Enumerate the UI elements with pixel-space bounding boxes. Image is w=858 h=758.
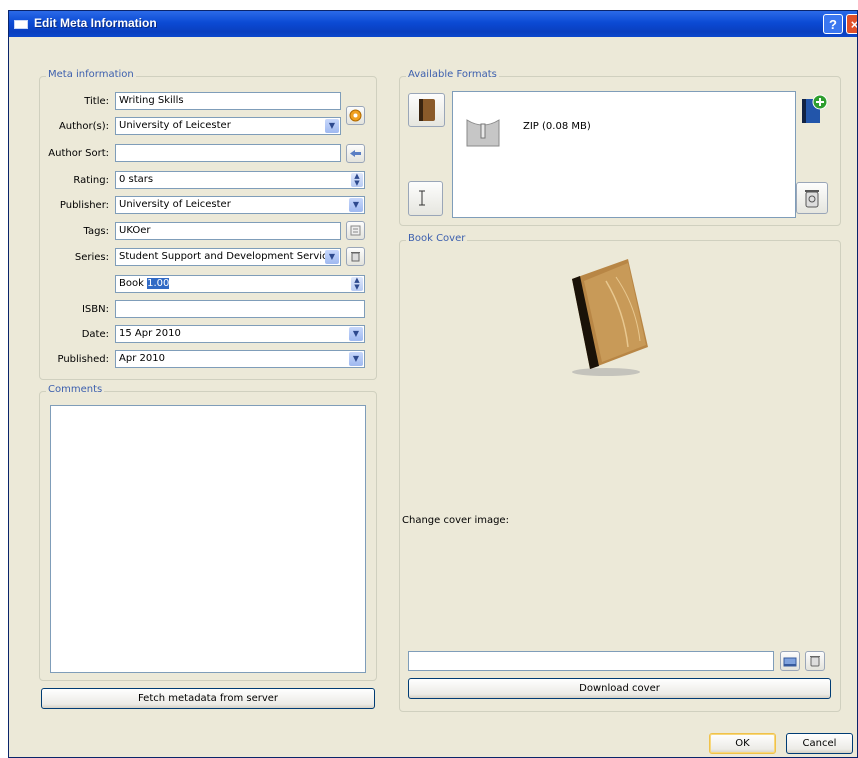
- add-format-button[interactable]: [796, 93, 831, 128]
- ok-button[interactable]: OK: [709, 733, 776, 754]
- title-label: Title:: [84, 96, 109, 107]
- tag-editor-icon: [350, 225, 361, 236]
- download-cover-button[interactable]: Download cover: [408, 678, 831, 699]
- format-item-label[interactable]: ZIP (0.08 MB): [523, 121, 591, 132]
- isbn-input[interactable]: [115, 300, 365, 318]
- authors-value: University of Leicester: [119, 120, 231, 131]
- spin-arrows-icon[interactable]: ▲ ▼: [351, 277, 363, 291]
- publisher-combobox[interactable]: University of Leicester ▼: [115, 196, 365, 214]
- comments-label: Comments: [46, 384, 105, 395]
- author-sort-input[interactable]: [115, 144, 341, 162]
- authors-label: Author(s):: [58, 121, 109, 132]
- title-input[interactable]: Writing Skills: [115, 92, 341, 110]
- edit-meta-dialog: Edit Meta Information ? × Meta informati…: [8, 10, 858, 758]
- book-cover-image: [572, 259, 648, 376]
- cancel-button[interactable]: Cancel: [786, 733, 853, 754]
- comments-textarea[interactable]: [50, 405, 366, 673]
- formats-list[interactable]: ZIP (0.08 MB): [452, 91, 796, 218]
- folder-icon: [783, 657, 797, 667]
- text-cursor-icon: [419, 190, 425, 206]
- help-button[interactable]: ?: [823, 14, 843, 34]
- reset-cover-button[interactable]: [805, 651, 825, 671]
- isbn-label: ISBN:: [81, 304, 109, 315]
- published-combobox[interactable]: Apr 2010 ▼: [115, 350, 365, 368]
- zip-file-icon: [466, 119, 500, 147]
- format-info-button[interactable]: [408, 181, 443, 216]
- tags-input[interactable]: UKOer: [115, 222, 341, 240]
- change-cover-label: Change cover image:: [402, 515, 509, 526]
- rating-value: 0 stars: [119, 174, 154, 185]
- auto-author-sort-button[interactable]: [346, 144, 365, 163]
- rating-label: Rating:: [73, 175, 109, 186]
- publisher-value: University of Leicester: [119, 199, 231, 210]
- tags-label: Tags:: [83, 226, 109, 237]
- date-value: 15 Apr 2010: [119, 328, 181, 339]
- arrow-left-icon: [350, 150, 361, 157]
- trash-icon: [805, 190, 819, 208]
- trash-icon: [810, 656, 820, 667]
- open-format-button[interactable]: [408, 93, 445, 127]
- published-label: Published:: [57, 354, 109, 365]
- author-sort-label: Author Sort:: [48, 148, 109, 159]
- browse-cover-button[interactable]: [780, 651, 800, 671]
- chevron-down-icon[interactable]: ▼: [349, 198, 363, 212]
- window-title: Edit Meta Information: [34, 16, 157, 30]
- series-label: Series:: [74, 252, 109, 263]
- add-format-icon: [802, 94, 828, 123]
- chevron-down-icon[interactable]: ▼: [325, 119, 339, 133]
- window-icon: [14, 20, 28, 29]
- spin-arrows-icon[interactable]: ▲ ▼: [351, 173, 363, 187]
- fetch-metadata-button[interactable]: Fetch metadata from server: [41, 688, 375, 709]
- swap-title-author-button[interactable]: [346, 106, 365, 125]
- trash-icon: [351, 252, 360, 262]
- cover-path-input[interactable]: [408, 651, 774, 671]
- available-formats-label: Available Formats: [406, 69, 499, 80]
- series-combobox[interactable]: Student Support and Development Services…: [115, 248, 341, 266]
- date-combobox[interactable]: 15 Apr 2010 ▼: [115, 325, 365, 343]
- book-icon: [419, 99, 435, 121]
- publisher-label: Publisher:: [59, 200, 109, 211]
- remove-series-button[interactable]: [346, 247, 365, 266]
- remove-format-button[interactable]: [796, 182, 828, 214]
- meta-information-label: Meta information: [46, 69, 136, 80]
- edit-tags-button[interactable]: [346, 221, 365, 240]
- date-label: Date:: [81, 329, 109, 340]
- rating-spinbox[interactable]: 0 stars ▲ ▼: [115, 171, 365, 189]
- chevron-down-icon[interactable]: ▼: [325, 250, 339, 264]
- series-index-value: 1.00: [147, 278, 170, 289]
- swap-icon: [349, 109, 362, 122]
- title-bar[interactable]: Edit Meta Information ? ×: [9, 11, 857, 37]
- series-index-spinbox[interactable]: Book 1.00 ▲ ▼: [115, 275, 365, 293]
- series-index-prefix: Book: [119, 278, 148, 289]
- series-value: Student Support and Development Services: [119, 251, 339, 262]
- close-button[interactable]: ×: [846, 14, 857, 34]
- chevron-down-icon[interactable]: ▼: [349, 352, 363, 366]
- chevron-down-icon[interactable]: ▼: [349, 327, 363, 341]
- authors-combobox[interactable]: University of Leicester ▼: [115, 117, 341, 135]
- book-cover-label: Book Cover: [406, 233, 468, 244]
- published-value: Apr 2010: [119, 353, 165, 364]
